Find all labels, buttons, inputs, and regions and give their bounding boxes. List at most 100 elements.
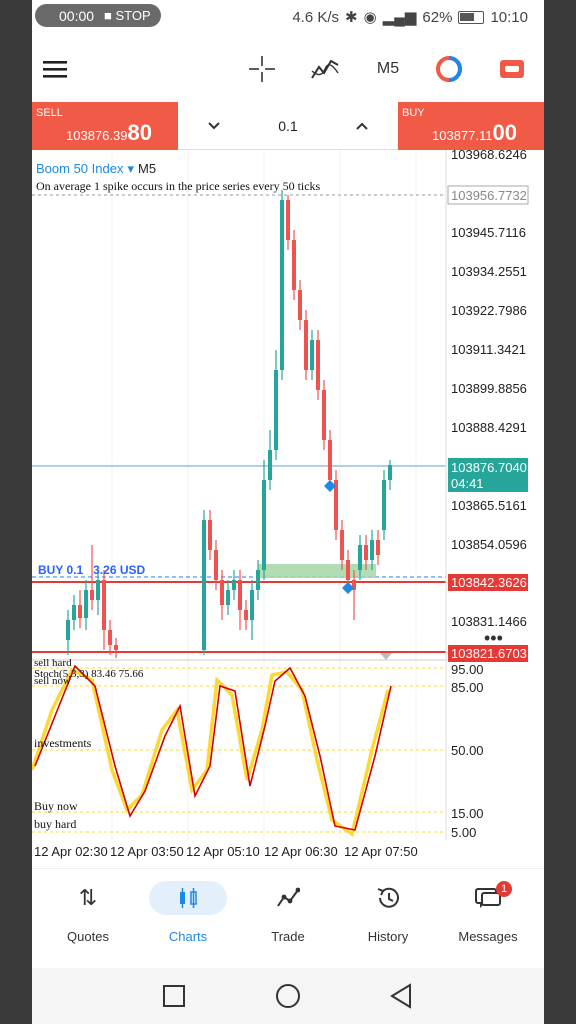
sell-button[interactable]: SELL 103876.3980 xyxy=(32,102,178,150)
trade-panel-icon[interactable] xyxy=(498,56,526,82)
price-axis-label: 103865.5161 xyxy=(451,498,527,513)
zone-label-buy-hard: buy hard xyxy=(34,817,76,831)
candle-body xyxy=(280,200,284,370)
bar-countdown: 04:41 xyxy=(451,476,484,491)
zone-label-investments: investments xyxy=(34,736,92,750)
candle-body xyxy=(370,540,374,560)
price-axis-label: 103945.7116 xyxy=(451,225,526,240)
candle-body xyxy=(340,530,344,560)
candle-body xyxy=(334,480,338,530)
history-clock-icon xyxy=(338,881,438,915)
candle-body xyxy=(286,200,290,240)
nav-history-label: History xyxy=(367,929,409,944)
color-theme-icon[interactable] xyxy=(434,56,464,82)
candle-body xyxy=(226,590,230,605)
back-icon[interactable] xyxy=(390,983,411,1009)
screen-recorder-pill[interactable]: 00:00 ■ STOP xyxy=(35,4,161,27)
nav-messages[interactable]: 1 Messages xyxy=(438,881,538,944)
nav-messages-label: Messages xyxy=(458,929,518,944)
candle-body xyxy=(114,645,118,650)
price-chart[interactable]: 103968.6246 103945.7116 103934.2551 103922.… xyxy=(32,150,544,868)
candle-body xyxy=(250,590,254,620)
app-screen: 00:00 ■ STOP 4.6 K/s ✱ ◉ ▂▄▆ 62% 10:10 M… xyxy=(32,0,544,1024)
candle-body xyxy=(208,520,212,550)
indicators-icon[interactable] xyxy=(310,56,340,82)
candle-body xyxy=(102,580,106,630)
candle-body xyxy=(298,290,302,320)
candle-body xyxy=(202,520,206,650)
stoch-axis-label: 15.00 xyxy=(451,806,484,821)
candle-body xyxy=(214,550,218,580)
stoch-axis: 95.00 85.00 50.00 15.00 5.00 xyxy=(451,662,484,840)
candle-body xyxy=(358,545,362,570)
price-axis-label: 103854.0596 xyxy=(451,537,527,552)
recents-icon[interactable] xyxy=(163,985,185,1007)
current-price-value: 103876.7040 xyxy=(451,460,527,475)
stoch-axis-label: 5.00 xyxy=(451,825,476,840)
candlestick-chart-icon xyxy=(149,881,227,915)
chart-toolbar: M5 xyxy=(32,36,544,102)
candle-body xyxy=(382,480,386,530)
nav-quotes[interactable]: ⇅ Quotes xyxy=(38,881,138,944)
lot-size-control: 0.1 xyxy=(178,102,398,150)
candle-body xyxy=(244,610,248,620)
zone-label-buy-now: Buy now xyxy=(34,799,78,813)
bluetooth-icon: ✱ xyxy=(345,9,358,26)
chevron-up-icon[interactable] xyxy=(355,118,369,134)
time-axis: 12 Apr 02:30 12 Apr 03:50 12 Apr 05:10 12 A… xyxy=(34,844,418,859)
price-axis-label: 103934.2551 xyxy=(451,264,527,279)
crosshair-icon[interactable] xyxy=(248,56,276,82)
chevron-down-icon[interactable] xyxy=(207,118,221,134)
candle-body xyxy=(310,340,314,370)
clock: 10:10 xyxy=(490,8,528,26)
candle-body xyxy=(90,590,94,600)
candle-body xyxy=(364,545,368,560)
nav-charts[interactable]: Charts xyxy=(138,881,238,944)
candle-body xyxy=(220,580,224,605)
sell-label: SELL xyxy=(36,107,63,119)
nav-quotes-label: Quotes xyxy=(67,929,109,944)
symbol-description: On average 1 spike occurs in the price s… xyxy=(36,179,321,193)
candle-body xyxy=(346,560,350,580)
candle-body xyxy=(108,630,112,645)
price-axis-label: 103922.7986 xyxy=(451,303,527,318)
time-axis-label: 12 Apr 07:50 xyxy=(344,844,418,859)
chart-symbol[interactable]: Boom 50 Index ▾ M5 xyxy=(36,161,156,176)
candle-body xyxy=(232,580,236,590)
candle-body xyxy=(262,480,266,570)
candle-body xyxy=(322,390,326,440)
candle-body xyxy=(96,580,100,600)
sell-price: 103876.3980 xyxy=(66,120,152,145)
timeframe-button[interactable]: M5 xyxy=(374,56,402,82)
lot-size-value[interactable]: 0.1 xyxy=(278,118,297,134)
quotes-arrows-icon: ⇅ xyxy=(78,885,98,910)
candle-body xyxy=(388,465,392,480)
price-axis-label: 103899.8856 xyxy=(451,381,527,396)
nav-history[interactable]: History xyxy=(338,881,438,944)
messages-icon xyxy=(438,881,538,915)
candle-body xyxy=(292,240,296,290)
candle-body xyxy=(78,605,82,618)
nav-trade[interactable]: Trade xyxy=(238,881,338,944)
hamburger-menu-icon[interactable] xyxy=(42,56,68,82)
home-icon[interactable] xyxy=(276,984,300,1008)
red-level-value-1: 103842.3626 xyxy=(451,575,527,590)
buy-label: BUY xyxy=(402,107,425,119)
one-click-trading-bar: SELL 103876.3980 0.1 BUY 103877.1100 xyxy=(32,102,544,150)
candle-body xyxy=(84,590,88,618)
battery-icon xyxy=(458,10,485,24)
trade-trend-icon xyxy=(238,881,338,915)
recording-stop-button[interactable]: ■ STOP xyxy=(104,8,151,23)
more-options-icon[interactable]: ••• xyxy=(484,628,503,648)
bottom-navigation: ⇅ Quotes Charts Trade History 1 Messages xyxy=(32,868,544,968)
status-bar: 00:00 ■ STOP 4.6 K/s ✱ ◉ ▂▄▆ 62% 10:10 xyxy=(32,0,544,36)
candle-body xyxy=(274,370,278,450)
battery-percent: 62% xyxy=(422,8,453,26)
stoch-axis-label: 85.00 xyxy=(451,680,484,695)
status-indicators: 4.6 K/s ✱ ◉ ▂▄▆ 62% 10:10 xyxy=(292,8,528,27)
stoch-axis-label: 95.00 xyxy=(451,662,484,677)
chart-canvas[interactable]: 103968.6246 103945.7116 103934.2551 103922.… xyxy=(32,150,544,868)
eye-icon: ◉ xyxy=(363,9,377,26)
buy-button[interactable]: BUY 103877.1100 xyxy=(398,102,544,150)
time-axis-label: 12 Apr 05:10 xyxy=(186,844,260,859)
